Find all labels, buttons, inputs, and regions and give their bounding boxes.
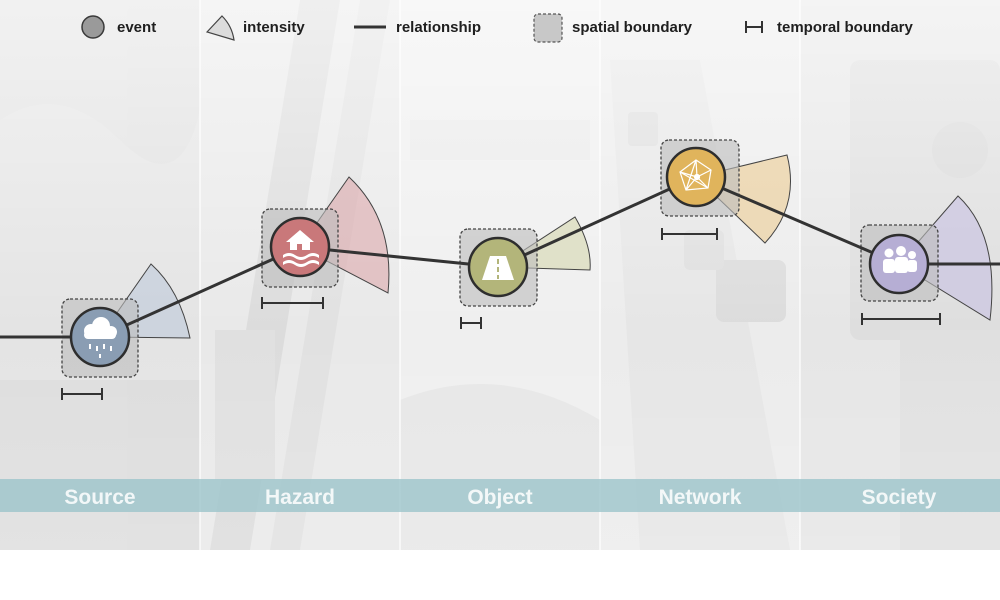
stage-label-hazard: Hazard (265, 486, 335, 509)
stage-label-society: Society (862, 486, 937, 509)
legend-relationship-label: relationship (396, 19, 481, 36)
event-source (69, 306, 131, 368)
event-object (467, 236, 529, 298)
stage-label-network: Network (659, 486, 742, 509)
event-legend-icon (81, 15, 105, 39)
legend-intensity-label: intensity (243, 19, 305, 36)
spatial-boundary-legend-icon (533, 13, 563, 43)
diagram-canvas: event intensity relationship spatial bou… (0, 0, 1000, 600)
stage-label-object: Object (467, 486, 532, 509)
legend-temporal-boundary-label: temporal boundary (777, 19, 914, 36)
event-network (665, 146, 727, 208)
hazard-cascade-diagram: event intensity relationship spatial bou… (0, 0, 1000, 550)
legend-spatial-boundary-label: spatial boundary (572, 19, 693, 36)
event-hazard (269, 216, 331, 278)
event-society (868, 233, 930, 295)
stage-band: Source Hazard Object Network Society (0, 479, 1000, 512)
stage-label-source: Source (64, 486, 135, 509)
legend-event: event (81, 15, 156, 39)
legend-event-label: event (117, 19, 156, 36)
